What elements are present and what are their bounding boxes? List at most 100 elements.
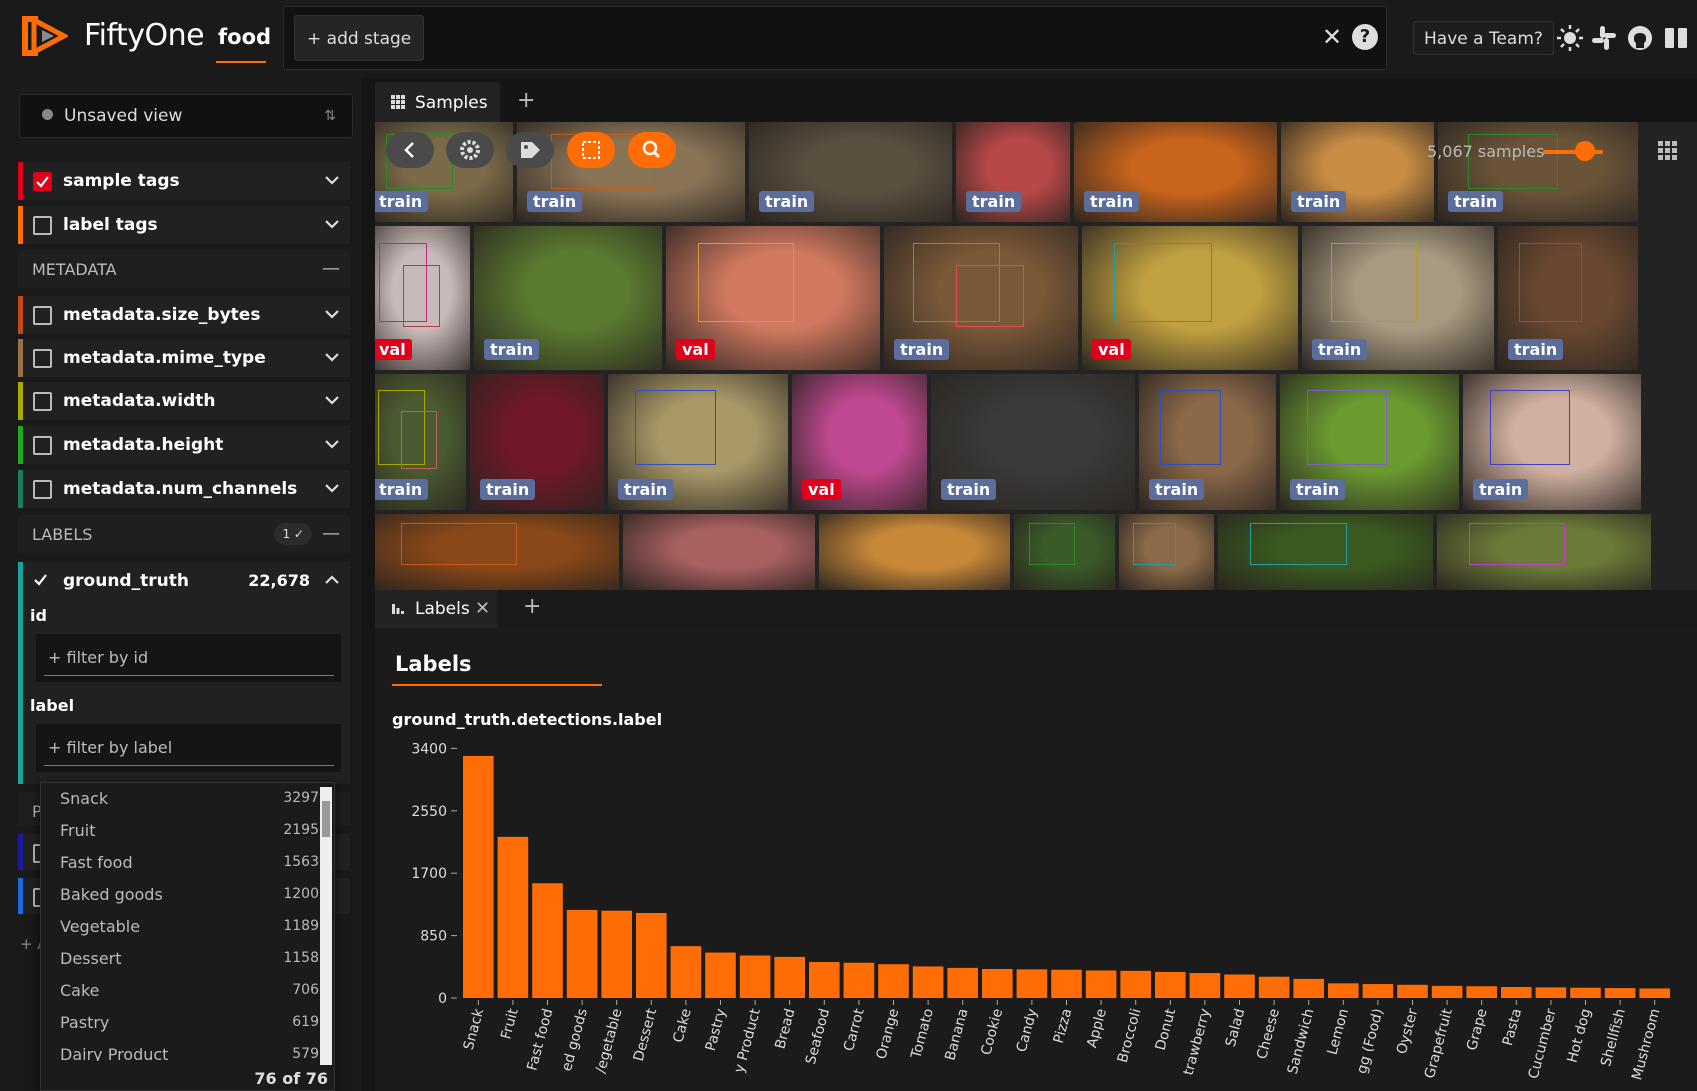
dropdown-item[interactable]: Pastry 619 xyxy=(41,1007,319,1039)
bar[interactable] xyxy=(1535,987,1567,998)
bar[interactable] xyxy=(463,755,494,998)
sidebar-row-metadata-num-channels[interactable]: metadata.num_channels xyxy=(18,470,350,508)
bar[interactable] xyxy=(1189,973,1221,998)
sample-tile[interactable] xyxy=(1437,514,1651,590)
sample-tile[interactable]: train xyxy=(474,226,662,370)
saved-view-select[interactable]: Unsaved view ⇅ xyxy=(19,94,353,138)
dropdown-scrollbar[interactable] xyxy=(320,787,332,1065)
dropdown-item[interactable]: Vegetable 1189 xyxy=(41,911,319,943)
bar[interactable] xyxy=(1466,986,1497,998)
sample-tile[interactable] xyxy=(623,514,815,590)
sample-tile[interactable]: val xyxy=(1082,226,1298,370)
sample-tile[interactable]: train xyxy=(608,374,788,510)
sample-tile[interactable] xyxy=(1218,514,1433,590)
sample-tile[interactable]: train xyxy=(956,122,1070,222)
scrollbar-thumb[interactable] xyxy=(322,801,330,837)
sidebar-row-sample-tags[interactable]: sample tags xyxy=(18,162,350,200)
docs-book-icon[interactable] xyxy=(1662,24,1690,52)
dropdown-item[interactable]: Fruit 2195 xyxy=(41,815,319,847)
github-icon[interactable] xyxy=(1626,24,1654,52)
dropdown-item[interactable]: Cake 706 xyxy=(41,975,319,1007)
sample-tile[interactable]: train xyxy=(1280,374,1459,510)
bar[interactable] xyxy=(878,964,909,998)
bar[interactable] xyxy=(1224,974,1255,998)
bar[interactable] xyxy=(566,909,598,998)
bar[interactable] xyxy=(1258,976,1290,998)
sample-tile[interactable]: train xyxy=(1438,122,1638,222)
chevron-down-icon[interactable] xyxy=(323,391,341,409)
sample-tile[interactable]: train xyxy=(884,226,1078,370)
search-button[interactable] xyxy=(628,132,676,168)
tag-button[interactable] xyxy=(506,132,554,168)
bar[interactable] xyxy=(843,962,875,998)
help-icon[interactable]: ? xyxy=(1352,24,1378,50)
labels-selected-badge[interactable]: 1 ✓ xyxy=(274,523,312,545)
clear-view-icon[interactable]: ✕ xyxy=(1320,25,1344,49)
close-tab-icon[interactable]: ✕ xyxy=(475,598,490,619)
sample-tile[interactable]: val xyxy=(666,226,880,370)
dropdown-item[interactable]: Dessert 1158 xyxy=(41,943,319,975)
bar[interactable] xyxy=(497,836,529,998)
bar[interactable] xyxy=(1293,978,1324,998)
grid-layout-icon[interactable] xyxy=(1658,141,1678,161)
row-checkbox[interactable] xyxy=(33,392,52,411)
bar[interactable] xyxy=(1328,983,1359,998)
bar[interactable] xyxy=(739,955,771,998)
dropdown-item[interactable]: Baked goods 1200 xyxy=(41,879,319,911)
bar[interactable] xyxy=(670,946,702,998)
sample-tile[interactable] xyxy=(1119,514,1214,590)
bar[interactable] xyxy=(912,966,944,998)
sample-tile[interactable]: train xyxy=(1074,122,1277,222)
bar[interactable] xyxy=(947,967,978,998)
label-filter-input[interactable]: + filter by label xyxy=(36,724,341,772)
chevron-up-icon[interactable] xyxy=(323,571,341,589)
bar[interactable] xyxy=(636,912,667,998)
sample-tags-checkbox[interactable] xyxy=(33,172,52,191)
bar[interactable] xyxy=(705,952,736,998)
bar[interactable] xyxy=(1085,970,1117,998)
chevron-down-icon[interactable] xyxy=(323,305,341,323)
sidebar-toggle-button[interactable] xyxy=(386,132,434,168)
bar[interactable] xyxy=(1501,986,1532,998)
sidebar-row-metadata-mime-type[interactable]: metadata.mime_type xyxy=(18,339,350,377)
sample-tile[interactable]: train xyxy=(1139,374,1276,510)
bar[interactable] xyxy=(1431,985,1463,998)
bar[interactable] xyxy=(1016,969,1048,998)
row-checkbox[interactable] xyxy=(33,349,52,368)
zoom-slider-thumb[interactable] xyxy=(1575,141,1595,161)
chevron-down-icon[interactable] xyxy=(323,348,341,366)
sample-tile[interactable] xyxy=(375,514,619,590)
chevron-down-icon[interactable] xyxy=(323,435,341,453)
sample-tile[interactable]: train xyxy=(470,374,604,510)
sample-tile[interactable]: train xyxy=(1302,226,1494,370)
chevron-down-icon[interactable] xyxy=(323,215,341,233)
bar[interactable] xyxy=(1051,969,1082,998)
collapse-minus-icon[interactable]: — xyxy=(322,523,340,544)
add-panel-plus-icon[interactable]: + xyxy=(517,88,535,113)
sidebar-row-metadata-size-bytes[interactable]: metadata.size_bytes xyxy=(18,296,350,334)
bar[interactable] xyxy=(982,969,1013,998)
dataset-selector[interactable]: food xyxy=(218,25,271,49)
tab-samples[interactable]: Samples xyxy=(375,82,500,122)
row-checkbox[interactable] xyxy=(33,480,52,499)
sidebar-row-label-tags[interactable]: label tags xyxy=(18,206,350,244)
bar[interactable] xyxy=(532,883,563,998)
sample-tile[interactable] xyxy=(819,514,1010,590)
bar[interactable] xyxy=(1604,988,1636,998)
row-checkbox[interactable] xyxy=(33,306,52,325)
sample-tile[interactable]: val xyxy=(792,374,927,510)
sample-tile[interactable]: val xyxy=(375,226,470,370)
bar[interactable] xyxy=(1570,987,1601,998)
sample-tile[interactable]: train xyxy=(931,374,1135,510)
view-bar[interactable]: + add stage ✕ ? xyxy=(283,6,1387,70)
fiftyone-logo-icon[interactable] xyxy=(16,10,68,62)
have-a-team-button[interactable]: Have a Team? xyxy=(1413,21,1554,55)
sample-tile[interactable]: train xyxy=(1281,122,1434,222)
sample-tile[interactable]: train xyxy=(749,122,952,222)
theme-sun-icon[interactable] xyxy=(1556,24,1584,52)
id-filter-input[interactable]: + filter by id xyxy=(36,634,341,682)
bar[interactable] xyxy=(1155,971,1186,998)
sidebar-row-metadata-height[interactable]: metadata.height xyxy=(18,426,350,464)
ground-truth-checkbox[interactable] xyxy=(33,572,52,591)
sample-tile[interactable]: train xyxy=(1498,226,1638,370)
